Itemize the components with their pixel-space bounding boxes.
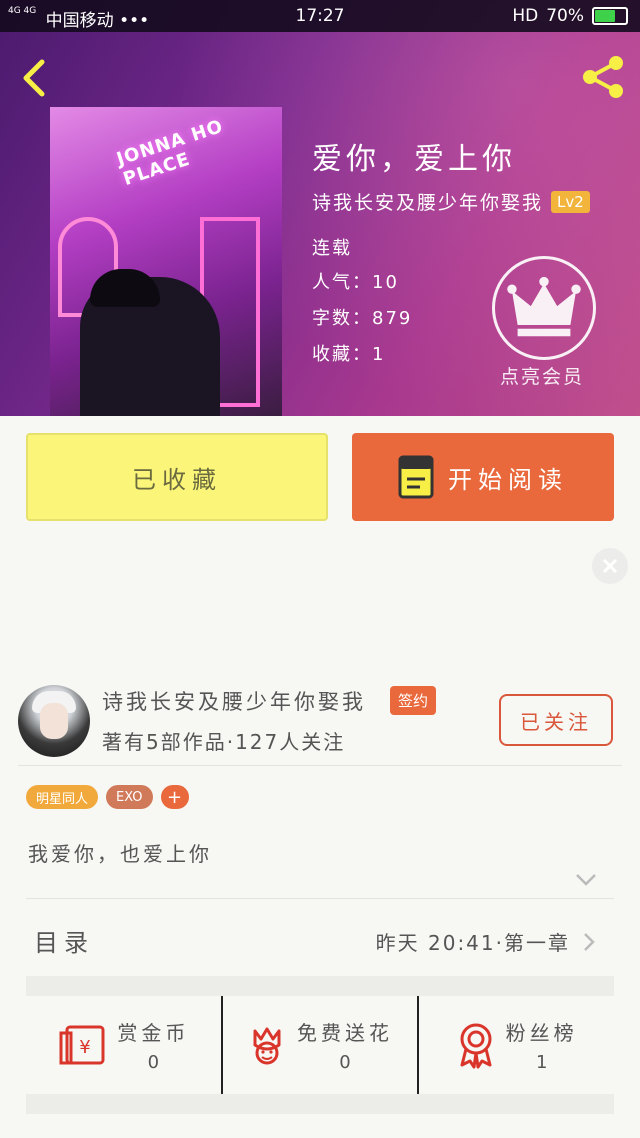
flower-icon [253, 1027, 281, 1065]
book-favorites: 收藏：1 [312, 344, 386, 365]
battery-percent: 70% [546, 6, 584, 26]
book-word-count: 字数：879 [312, 308, 413, 329]
author-stats: 著有5部作品·127人关注 [102, 730, 346, 754]
signed-badge: 签约 [390, 686, 437, 715]
table-of-contents-row[interactable]: 目录 昨天 20:41·第一章 [26, 898, 614, 976]
fan-ranking-action[interactable]: 粉丝榜 1 [417, 996, 614, 1094]
book-cover[interactable]: JONNA HO PLACE [50, 107, 282, 416]
action-value: 0 [339, 1052, 351, 1073]
avatar-face [40, 703, 68, 739]
vip-label[interactable]: 点亮会员 [500, 362, 584, 389]
back-arrow-icon[interactable] [18, 58, 52, 98]
action-value: 1 [535, 1052, 548, 1073]
tag-item[interactable]: EXO [106, 785, 153, 809]
svg-text:¥: ¥ [80, 1037, 91, 1058]
ribbon-medal-icon [460, 1023, 492, 1069]
action-value: 0 [147, 1052, 160, 1073]
follow-button[interactable]: 已关注 [499, 694, 613, 746]
section-gap [26, 976, 614, 996]
book-title: 爱你，爱上你 [312, 142, 516, 177]
tag-item[interactable]: 明星同人 [26, 785, 99, 809]
book-header: 4G 4G 中国移动 ••• 17:27 HD 70% JONNA HO PLA… [0, 0, 640, 416]
collected-button-label: 已收藏 [132, 465, 222, 494]
toc-latest-chapter: 昨天 20:41·第一章 [375, 931, 570, 955]
status-bar: 4G 4G 中国移动 ••• 17:27 HD 70% [0, 0, 640, 32]
battery-icon [592, 7, 628, 25]
crown-icon[interactable] [492, 256, 596, 360]
status-icons: HD 70% [512, 6, 628, 26]
start-reading-label: 开始阅读 [448, 465, 568, 494]
hd-call-icon: HD [512, 6, 539, 26]
action-label: 免费送花 [297, 1021, 393, 1045]
chevron-down-icon[interactable] [574, 872, 598, 888]
cover-neon-sign: JONNA HO PLACE [114, 115, 226, 191]
chevron-right-icon [584, 933, 595, 951]
red-envelope-icon: ¥ [59, 1025, 105, 1065]
author-avatar[interactable] [18, 685, 90, 757]
book-status: 连载 [312, 238, 352, 259]
action-label: 赏金币 [117, 1021, 190, 1045]
send-flower-action[interactable]: 免费送花 0 [220, 996, 418, 1094]
tag-list: 明星同人 EXO + [26, 785, 189, 809]
share-icon[interactable] [578, 52, 628, 102]
reward-coins-action[interactable]: ¥ 赏金币 0 [26, 996, 221, 1094]
divider [18, 765, 622, 766]
close-icon[interactable] [592, 548, 628, 584]
action-bar: ¥ 赏金币 0 免费送花 0 粉丝榜 1 [26, 996, 614, 1094]
book-summary: 我爱你，也爱上你 [28, 842, 212, 866]
author-name[interactable]: 诗我长安及腰少年你娶我 [102, 686, 366, 716]
follow-button-label: 已关注 [520, 709, 592, 734]
level-badge: Lv2 [551, 190, 590, 213]
book-author-row[interactable]: 诗我长安及腰少年你娶我 Lv2 [312, 188, 590, 215]
section-gap [26, 1094, 614, 1114]
collected-button[interactable]: 已收藏 [26, 433, 328, 521]
book-icon [398, 455, 434, 499]
action-label: 粉丝榜 [505, 1021, 578, 1045]
book-author[interactable]: 诗我长安及腰少年你娶我 [312, 188, 543, 215]
toc-label: 目录 [34, 929, 94, 957]
start-reading-button[interactable]: 开始阅读 [352, 433, 614, 521]
book-popularity: 人气：10 [312, 272, 399, 293]
add-tag-button[interactable]: + [160, 785, 189, 809]
